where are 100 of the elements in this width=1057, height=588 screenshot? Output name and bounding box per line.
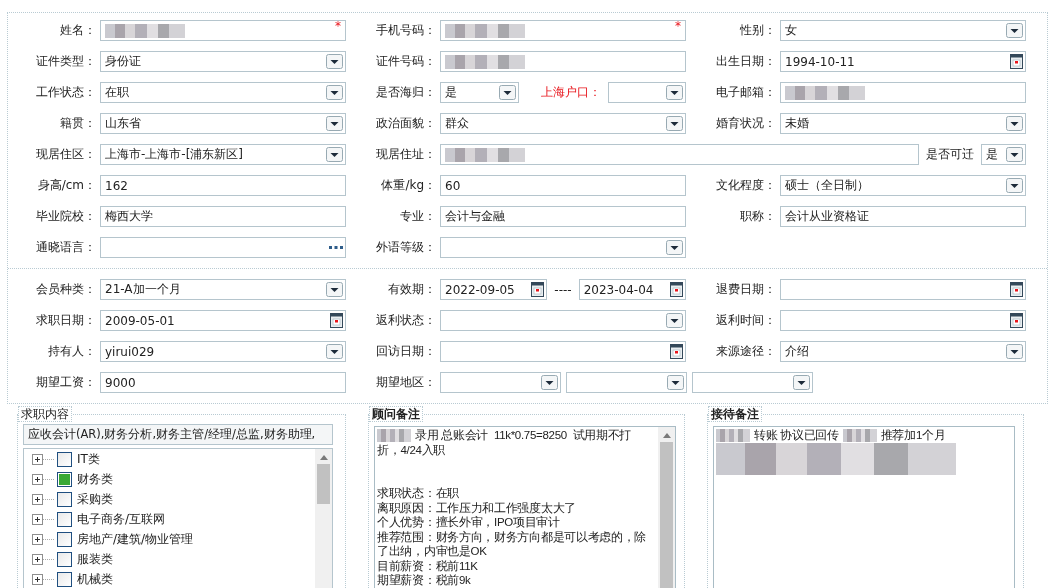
expand-icon[interactable] — [32, 493, 54, 505]
field-label: 电子邮箱： — [715, 84, 777, 101]
field-label: 姓名： — [59, 22, 97, 39]
select-field[interactable]: 是 — [440, 82, 519, 103]
expand-icon[interactable] — [32, 533, 54, 545]
tree-item-label[interactable]: 财务类 — [77, 470, 113, 488]
select-field[interactable] — [440, 237, 686, 258]
field-label: 上海户口： — [539, 84, 602, 101]
checkbox[interactable] — [57, 511, 72, 527]
select-field[interactable]: 身份证 — [100, 51, 346, 72]
checkbox[interactable] — [57, 451, 72, 467]
notes-textarea[interactable]: 录用 总账会计 11k*0.75=8250 试用期不打 折，4/24入职 求职状态：在职 离职原因：工作压力和工作强度太大了 个人优势：擅长外审，IPO项目审计 推荐范围：财务方向，财务方向都是可以考虑的，除 了出纳，内审也是OK 目前薪资：税前11K 期望薪资：税前9k — [374, 426, 676, 588]
field-label: 返利时间： — [715, 312, 777, 329]
select-field[interactable]: 山东省 — [100, 113, 346, 134]
field-label: 现居住区： — [35, 146, 97, 163]
scrollbar[interactable] — [658, 427, 675, 588]
field-label: 婚育状况： — [715, 115, 777, 132]
calendar-icon[interactable] — [1010, 313, 1023, 328]
field-label: 返利状态： — [375, 312, 437, 329]
date-field[interactable] — [780, 310, 1026, 331]
calendar-icon[interactable] — [1010, 54, 1023, 69]
field-label: 证件号码： — [375, 53, 437, 70]
select-field[interactable]: yirui029 — [100, 341, 346, 362]
input-field[interactable]: * — [440, 20, 686, 41]
note-text: 个人优势：擅长外审，IPO项目审计 — [377, 516, 560, 528]
scrollbar[interactable] — [315, 449, 332, 588]
date-field[interactable]: 2022-09-05 — [440, 279, 548, 300]
date-field[interactable] — [780, 279, 1026, 300]
field-label: 证件类型： — [35, 53, 97, 70]
panel-title: 接待备注 — [708, 406, 762, 422]
expand-icon[interactable] — [32, 573, 54, 585]
note-text: 录用 总账会计 11k*0.75=8250 试用期不打 — [415, 429, 632, 441]
field-label: 政治面貌： — [375, 115, 437, 132]
select-field[interactable]: 介绍 — [780, 341, 1026, 362]
tree-item-label[interactable]: 房地产/建筑/物业管理 — [77, 530, 194, 548]
tree-item-label[interactable]: 服装类 — [77, 550, 113, 568]
input-field[interactable]: 应收会计(AR),财务分析,财务主管/经理/总监,财务助理, — [23, 424, 333, 445]
input-field[interactable]: 会计从业资格证 — [780, 206, 1026, 227]
expand-icon[interactable] — [32, 473, 54, 485]
calendar-icon[interactable] — [330, 313, 343, 328]
checkbox[interactable] — [57, 551, 72, 567]
field-label: 求职日期： — [35, 312, 97, 329]
input-field[interactable] — [440, 51, 686, 72]
calendar-icon[interactable] — [1010, 282, 1023, 297]
ellipsis-icon[interactable] — [329, 245, 343, 250]
calendar-icon[interactable] — [670, 344, 683, 359]
input-field[interactable] — [780, 82, 1026, 103]
tree-item-label[interactable]: IT类 — [77, 450, 100, 468]
notes-textarea[interactable]: 转账 协议已回传 推荐加1个月 — [713, 426, 1015, 588]
select-field[interactable]: 群众 — [440, 113, 686, 134]
field-label: 退费日期： — [715, 281, 777, 298]
tree-item-label[interactable]: 采购类 — [77, 490, 113, 508]
field-label: 职称： — [739, 208, 777, 225]
note-text: 目前薪资：税前11K — [377, 559, 478, 572]
select-field[interactable] — [566, 372, 687, 393]
checkbox[interactable] — [57, 471, 72, 487]
input-field[interactable]: 60 — [440, 175, 686, 196]
required-mark: * — [675, 20, 681, 32]
select-field[interactable] — [440, 372, 561, 393]
field-label: 工作状态： — [35, 84, 97, 101]
date-field[interactable] — [440, 341, 686, 362]
select-field[interactable]: 21-A加一个月 — [100, 279, 346, 300]
note-text: 期望薪资：税前9k — [377, 574, 471, 586]
input-field[interactable]: * — [100, 20, 346, 41]
input-field[interactable]: 会计与金融 — [440, 206, 686, 227]
calendar-icon[interactable] — [531, 282, 545, 297]
expand-icon[interactable] — [32, 453, 54, 465]
select-field[interactable] — [692, 372, 813, 393]
input-field[interactable] — [440, 144, 919, 165]
note-text: 离职原因：工作压力和工作强度太大了 — [377, 501, 576, 514]
select-field[interactable]: 是 — [981, 144, 1026, 165]
field-label: 是否可迁 — [925, 146, 975, 163]
tree-item-label[interactable]: 电子商务/互联网 — [77, 510, 166, 528]
field-label: 毕业院校： — [35, 208, 97, 225]
checkbox[interactable] — [57, 531, 72, 547]
date-field[interactable]: 1994-10-11 — [780, 51, 1026, 72]
lookup-field[interactable] — [100, 237, 346, 258]
date-field[interactable]: 2023-04-04 — [578, 279, 686, 300]
select-field[interactable] — [607, 82, 686, 103]
select-field[interactable] — [440, 310, 686, 331]
calendar-icon[interactable] — [670, 282, 683, 297]
field-label: 是否海归： — [375, 84, 437, 101]
select-field[interactable]: 上海市-上海市-[浦东新区] — [100, 144, 346, 165]
select-field[interactable]: 女 — [780, 20, 1026, 41]
expand-icon[interactable] — [32, 553, 54, 565]
redacted-text — [377, 429, 411, 443]
checkbox[interactable] — [57, 491, 72, 507]
input-field[interactable]: 162 — [100, 175, 346, 196]
field-label: 有效期： — [387, 281, 437, 298]
checkbox[interactable] — [57, 571, 72, 587]
select-field[interactable]: 硕士（全日制） — [780, 175, 1026, 196]
tree-item-label[interactable]: 机械类 — [77, 570, 113, 588]
date-field[interactable]: 2009-05-01 — [100, 310, 346, 331]
select-field[interactable]: 未婚 — [780, 113, 1026, 134]
expand-icon[interactable] — [32, 513, 54, 525]
select-field[interactable]: 在职 — [100, 82, 346, 103]
input-field[interactable]: 9000 — [100, 372, 346, 393]
field-label: 期望地区： — [375, 374, 437, 391]
input-field[interactable]: 梅西大学 — [100, 206, 346, 227]
field-label: 籍贯： — [59, 115, 97, 132]
